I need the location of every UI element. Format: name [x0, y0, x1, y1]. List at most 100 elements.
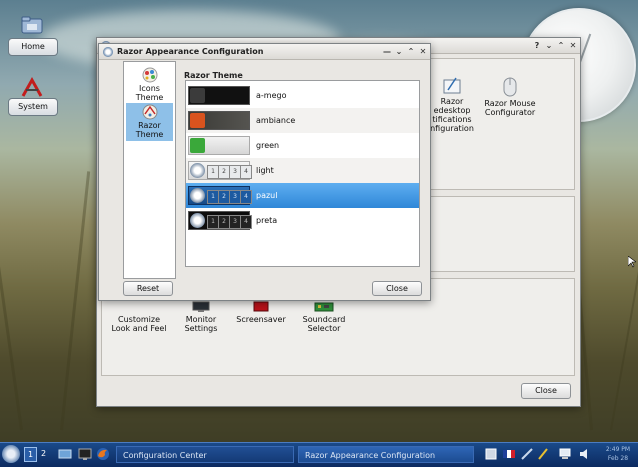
- theme-name: light: [256, 166, 274, 175]
- config-center-close-button[interactable]: Close: [521, 383, 571, 399]
- razor-logo-icon: [103, 46, 113, 57]
- razor-theme-list: a-mego ambiance green 1 2 3 4 light 1 2 …: [185, 80, 420, 267]
- category-label-line: Theme: [135, 93, 164, 102]
- show-desktop-icon[interactable]: [58, 447, 72, 461]
- maximize-button[interactable]: ⌃: [406, 47, 416, 56]
- reset-button[interactable]: Reset: [123, 281, 173, 296]
- background-grass: [610, 154, 638, 431]
- theme-row-green[interactable]: green: [186, 133, 419, 158]
- item-label-line: Look and Feel: [111, 324, 167, 333]
- category-razor-theme[interactable]: Razor Theme: [126, 103, 173, 141]
- item-monitor-settings[interactable]: Monitor Settings: [178, 301, 224, 333]
- icons-theme-icon: [141, 67, 159, 83]
- theme-preview-a-mego: [188, 86, 250, 105]
- item-label-line: Soundcard: [302, 315, 346, 324]
- item-razor-mouse-configurator[interactable]: Razor Mouse Configurator: [480, 77, 540, 117]
- minimize-button[interactable]: —: [382, 47, 392, 56]
- settings-category-list: Icons Theme Razor Theme: [123, 61, 176, 279]
- appearance-config-titlebar[interactable]: Razor Appearance Configuration — ⌄ ⌃ ✕: [99, 44, 430, 60]
- item-label-line: Configurator: [484, 108, 536, 117]
- theme-preview-icon: [190, 113, 205, 128]
- item-label-line: Monitor: [185, 315, 217, 324]
- close-window-button[interactable]: ✕: [568, 41, 578, 50]
- desktop-number: 4: [240, 215, 252, 229]
- keyboard-layout-flag-icon[interactable]: [502, 447, 516, 461]
- terminal-launcher-icon[interactable]: [78, 447, 92, 461]
- desktop-number: 4: [240, 165, 252, 179]
- home-label[interactable]: Home: [8, 38, 58, 56]
- volume-icon[interactable]: [578, 447, 592, 461]
- theme-row-pazul[interactable]: 1 2 3 4 pazul: [186, 183, 419, 208]
- screensaver-icon: [253, 301, 269, 313]
- theme-name: green: [256, 141, 280, 150]
- category-label-line: Razor: [138, 121, 161, 130]
- item-label-line: edesktop: [433, 106, 471, 115]
- desktop-number: 4: [240, 190, 252, 204]
- task-razor-appearance-configuration[interactable]: Razor Appearance Configuration: [298, 446, 474, 463]
- firefox-launcher-icon[interactable]: [96, 447, 110, 461]
- item-label-line: Screensaver: [236, 315, 286, 324]
- item-razor-desktop-notifications[interactable]: Razor edesktop tifications nfiguration: [426, 77, 478, 133]
- theme-preview-ambiance: [188, 111, 250, 130]
- theme-name: pazul: [256, 191, 278, 200]
- network-icon[interactable]: [558, 447, 572, 461]
- theme-preview-pazul: 1 2 3 4: [188, 186, 252, 205]
- desktop-switch-2[interactable]: 2: [38, 447, 49, 460]
- notification-window-icon: [442, 77, 462, 95]
- category-label-line: Icons: [139, 84, 160, 93]
- dialog-title: Razor Appearance Configuration: [117, 47, 264, 56]
- razor-theme-icon: [141, 104, 159, 120]
- item-customize-look-and-feel[interactable]: Customize Look and Feel: [104, 315, 174, 333]
- item-screensaver[interactable]: Screensaver: [234, 301, 288, 324]
- theme-preview-icon: [190, 213, 205, 228]
- theme-name: a-mego: [256, 91, 287, 100]
- mouse-icon: [502, 77, 518, 97]
- system-tools-icon: [20, 76, 52, 100]
- section-title: Razor Theme: [184, 71, 243, 80]
- item-soundcard-selector[interactable]: Soundcard Selector: [296, 301, 352, 333]
- mouse-cursor-icon: [627, 255, 637, 270]
- theme-preview-icon: [190, 188, 205, 203]
- item-label-line: Selector: [307, 324, 341, 333]
- home-folder-icon: [21, 16, 53, 40]
- item-label-line: Customize: [118, 315, 160, 324]
- background-grass: [0, 152, 23, 431]
- clock-date: Feb 28: [607, 455, 629, 462]
- theme-row-a-mego[interactable]: a-mego: [186, 83, 419, 108]
- soundcard-icon: [314, 301, 334, 313]
- category-label-line: Theme: [135, 130, 164, 139]
- tray-pen-icon[interactable]: [536, 447, 550, 461]
- item-label-line: Razor: [440, 97, 464, 106]
- theme-row-light[interactable]: 1 2 3 4 light: [186, 158, 419, 183]
- dialog-close-button[interactable]: Close: [372, 281, 422, 296]
- tray-app-icon[interactable]: [484, 447, 498, 461]
- help-button[interactable]: ?: [532, 41, 542, 50]
- background-grass: [60, 171, 91, 431]
- shade-button[interactable]: ⌄: [394, 47, 404, 56]
- theme-preview-icon: [190, 88, 205, 103]
- theme-preview-icon: [190, 163, 205, 178]
- appearance-config-dialog: Razor Appearance Configuration — ⌄ ⌃ ✕ I…: [98, 43, 431, 301]
- theme-preview-light: 1 2 3 4: [188, 161, 252, 180]
- clock[interactable]: 2:49 PM Feb 28: [600, 445, 636, 463]
- theme-preview-green: [188, 136, 250, 155]
- desktop-switch-1[interactable]: 1: [24, 447, 37, 462]
- system-label[interactable]: System: [8, 98, 58, 116]
- theme-name: preta: [256, 216, 278, 225]
- taskbar: 1 2 Configuration Center Razor Appearanc…: [0, 442, 638, 467]
- main-menu-icon[interactable]: [2, 445, 20, 463]
- theme-name: ambiance: [256, 116, 296, 125]
- item-label-line: Settings: [184, 324, 218, 333]
- tray-tool-icon[interactable]: [520, 447, 534, 461]
- category-icons-theme[interactable]: Icons Theme: [126, 66, 173, 102]
- monitor-icon: [192, 301, 210, 313]
- clock-time: 2:49 PM: [605, 446, 631, 453]
- theme-row-preta[interactable]: 1 2 3 4 preta: [186, 208, 419, 233]
- item-label-line: Razor Mouse: [484, 99, 536, 108]
- maximize-button[interactable]: ⌃: [556, 41, 566, 50]
- close-window-button[interactable]: ✕: [418, 47, 428, 56]
- minimize-button[interactable]: ⌄: [544, 41, 554, 50]
- theme-row-ambiance[interactable]: ambiance: [186, 108, 419, 133]
- item-label-line: nfiguration: [430, 124, 474, 133]
- task-configuration-center[interactable]: Configuration Center: [116, 446, 294, 463]
